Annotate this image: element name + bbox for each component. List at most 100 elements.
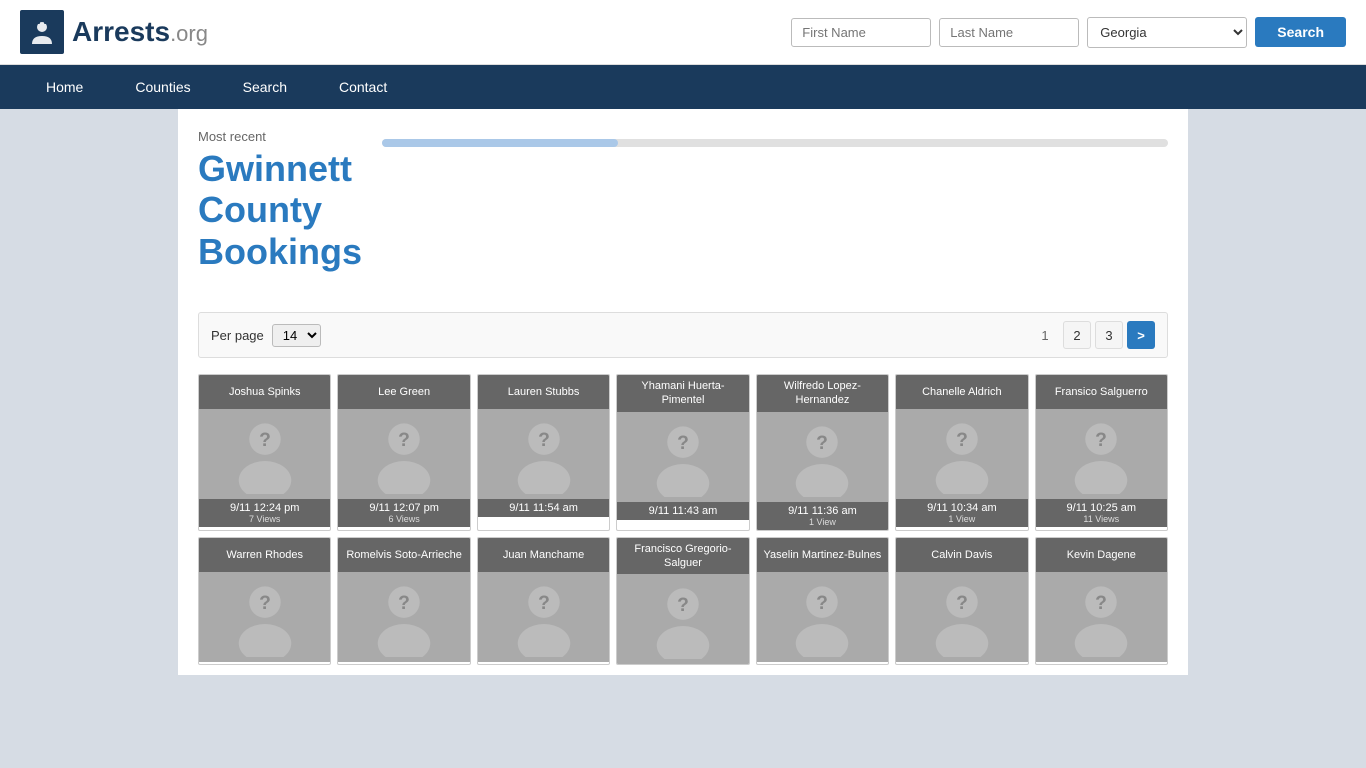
card-time-area: 9/11 11:43 am	[617, 502, 748, 520]
svg-text:?: ?	[956, 430, 968, 451]
pagination: 1 2 3 >	[1031, 321, 1155, 349]
card-time-area: 9/11 11:54 am	[478, 499, 609, 517]
booking-card[interactable]: Calvin Davis ?	[895, 537, 1028, 666]
card-name: Francisco Gregorio-Salguer	[617, 538, 748, 575]
card-time-area: 9/11 12:07 pm6 Views	[338, 499, 469, 527]
card-time: 9/11 11:36 am	[759, 505, 886, 517]
card-name: Lauren Stubbs	[478, 375, 609, 409]
per-page-area: Per page 7 14 21 28	[211, 324, 321, 347]
card-photo: ?	[757, 572, 888, 662]
navigation-bar: Home Counties Search Contact	[0, 65, 1366, 109]
card-name: Kevin Dagene	[1036, 538, 1167, 572]
page-3-button[interactable]: 3	[1095, 321, 1123, 349]
booking-card[interactable]: Lauren Stubbs ? 9/11 11:54 am	[477, 374, 610, 531]
nav-search[interactable]: Search	[217, 65, 313, 109]
card-photo: ?	[199, 409, 330, 499]
booking-card[interactable]: Yhamani Huerta-Pimentel ? 9/11 11:43 am	[616, 374, 749, 531]
card-name: Joshua Spinks	[199, 375, 330, 409]
booking-card[interactable]: Chanelle Aldrich ? 9/11 10:34 am1 View	[895, 374, 1028, 531]
svg-text:?: ?	[398, 430, 410, 451]
per-page-select[interactable]: 7 14 21 28	[272, 324, 321, 347]
nav-home[interactable]: Home	[20, 65, 109, 109]
page-2-button[interactable]: 2	[1063, 321, 1091, 349]
card-name: Warren Rhodes	[199, 538, 330, 572]
card-time-area: 9/11 10:25 am11 Views	[1036, 499, 1167, 527]
card-photo: ?	[617, 412, 748, 502]
per-page-label: Per page	[211, 328, 264, 343]
card-time: 9/11 11:43 am	[619, 505, 746, 517]
card-time: 9/11 12:24 pm	[201, 502, 328, 514]
card-photo: ?	[338, 409, 469, 499]
booking-card[interactable]: Juan Manchame ?	[477, 537, 610, 666]
card-name: Chanelle Aldrich	[896, 375, 1027, 409]
nav-contact[interactable]: Contact	[313, 65, 413, 109]
booking-card[interactable]: Yaselin Martinez-Bulnes ?	[756, 537, 889, 666]
nav-counties[interactable]: Counties	[109, 65, 216, 109]
svg-text:?: ?	[398, 593, 410, 614]
card-views: 1 View	[759, 517, 886, 527]
svg-text:?: ?	[677, 433, 689, 454]
svg-text:?: ?	[1095, 593, 1107, 614]
next-page-button[interactable]: >	[1127, 321, 1155, 349]
card-photo: ?	[338, 572, 469, 662]
booking-card[interactable]: Fransico Salguerro ? 9/11 10:25 am11 Vie…	[1035, 374, 1168, 531]
last-name-input[interactable]	[939, 18, 1079, 47]
controls-bar: Per page 7 14 21 28 1 2 3 >	[198, 312, 1168, 358]
card-views: 1 View	[898, 514, 1025, 524]
page-title: Gwinnett County Bookings	[198, 148, 362, 272]
card-name: Yhamani Huerta-Pimentel	[617, 375, 748, 412]
card-name: Lee Green	[338, 375, 469, 409]
card-name: Calvin Davis	[896, 538, 1027, 572]
card-photo: ?	[896, 409, 1027, 499]
svg-text:?: ?	[817, 593, 829, 614]
cards-row-1: Joshua Spinks ? 9/11 12:24 pm7 ViewsLee …	[198, 374, 1168, 531]
card-views: 11 Views	[1038, 514, 1165, 524]
cards-row-2: Warren Rhodes ? Romelvis Soto-Arrieche ?…	[198, 537, 1168, 666]
svg-text:?: ?	[817, 433, 829, 454]
most-recent-label: Most recent	[198, 129, 362, 144]
state-select[interactable]: Georgia Alabama Alaska Arizona Florida T…	[1087, 17, 1247, 48]
booking-card[interactable]: Romelvis Soto-Arrieche ?	[337, 537, 470, 666]
svg-text:?: ?	[259, 430, 271, 451]
card-name: Fransico Salguerro	[1036, 375, 1167, 409]
card-time: 9/11 11:54 am	[480, 502, 607, 514]
booking-card[interactable]: Joshua Spinks ? 9/11 12:24 pm7 Views	[198, 374, 331, 531]
booking-card[interactable]: Wilfredo Lopez-Hernandez ? 9/11 11:36 am…	[756, 374, 889, 531]
card-photo: ?	[478, 572, 609, 662]
booking-card[interactable]: Francisco Gregorio-Salguer ?	[616, 537, 749, 666]
card-name: Wilfredo Lopez-Hernandez	[757, 375, 888, 412]
logo-icon	[20, 10, 64, 54]
svg-text:?: ?	[1095, 430, 1107, 451]
card-time-area: 9/11 12:24 pm7 Views	[199, 499, 330, 527]
logo-wordmark: Arrests.org	[72, 16, 208, 48]
header-search-button[interactable]: Search	[1255, 17, 1346, 47]
card-photo: ?	[1036, 409, 1167, 499]
card-time-area: 9/11 10:34 am1 View	[896, 499, 1027, 527]
progress-bar-area	[382, 129, 1168, 147]
svg-text:?: ?	[538, 593, 550, 614]
card-views: 7 Views	[201, 514, 328, 524]
card-time: 9/11 10:25 am	[1038, 502, 1165, 514]
booking-card[interactable]: Warren Rhodes ?	[198, 537, 331, 666]
booking-card[interactable]: Lee Green ? 9/11 12:07 pm6 Views	[337, 374, 470, 531]
card-photo: ?	[478, 409, 609, 499]
card-name: Yaselin Martinez-Bulnes	[757, 538, 888, 572]
card-name: Romelvis Soto-Arrieche	[338, 538, 469, 572]
card-photo: ?	[757, 412, 888, 502]
card-name: Juan Manchame	[478, 538, 609, 572]
first-name-input[interactable]	[791, 18, 931, 47]
card-views: 6 Views	[340, 514, 467, 524]
booking-card[interactable]: Kevin Dagene ?	[1035, 537, 1168, 666]
card-photo: ?	[617, 574, 748, 664]
svg-text:?: ?	[677, 595, 689, 616]
site-logo[interactable]: Arrests.org	[20, 10, 208, 54]
card-time: 9/11 10:34 am	[898, 502, 1025, 514]
card-time: 9/11 12:07 pm	[340, 502, 467, 514]
card-time-area: 9/11 11:36 am1 View	[757, 502, 888, 530]
header-search-form: Georgia Alabama Alaska Arizona Florida T…	[791, 17, 1346, 48]
svg-text:?: ?	[538, 430, 550, 451]
card-photo: ?	[1036, 572, 1167, 662]
card-photo: ?	[896, 572, 1027, 662]
svg-text:?: ?	[956, 593, 968, 614]
svg-text:?: ?	[259, 593, 271, 614]
